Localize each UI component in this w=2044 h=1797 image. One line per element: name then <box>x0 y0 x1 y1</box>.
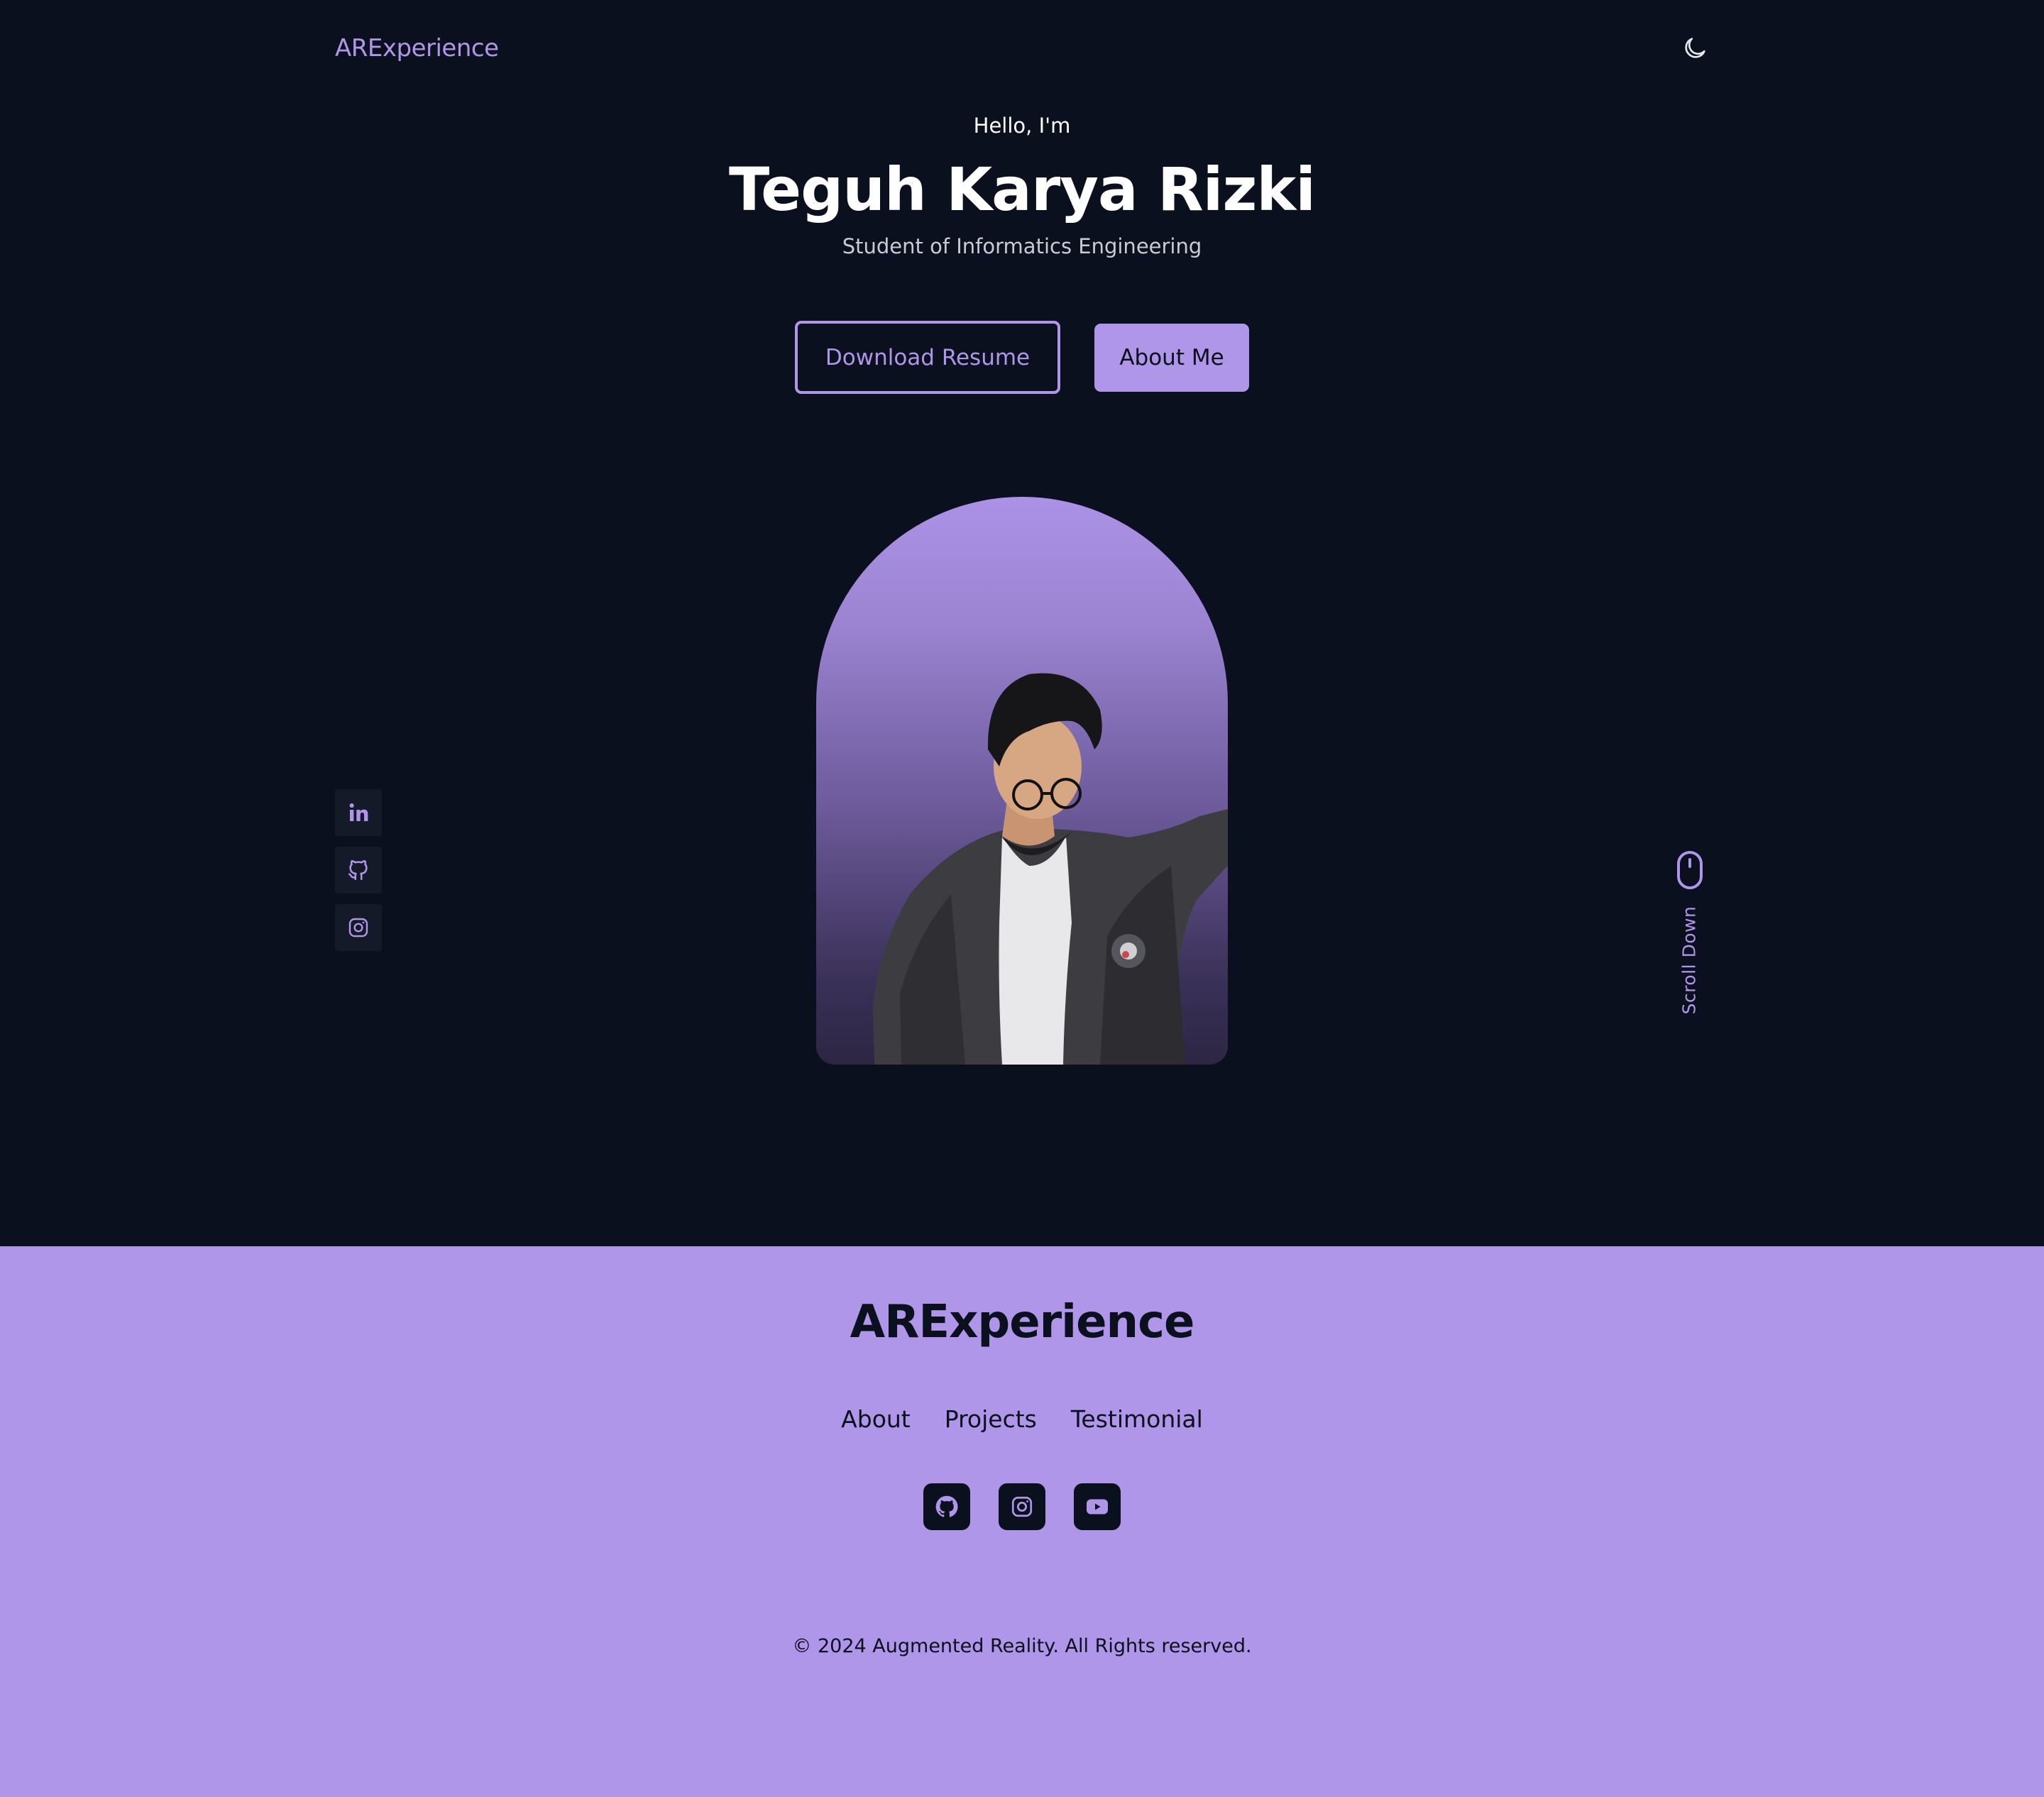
hero-name: Teguh Karya Rizki <box>729 155 1316 224</box>
footer-instagram-link[interactable] <box>999 1483 1045 1530</box>
linkedin-link[interactable] <box>335 789 382 836</box>
instagram-icon <box>348 918 368 938</box>
footer-youtube-link[interactable] <box>1074 1483 1121 1530</box>
social-rail <box>335 789 382 962</box>
scroll-down-label: Scroll Down <box>1678 906 1700 1015</box>
footer-social-icons <box>0 1483 2044 1530</box>
moon-icon <box>1685 38 1705 58</box>
github-icon <box>935 1495 958 1517</box>
instagram-link[interactable] <box>335 904 382 951</box>
hero-section: ARExperience Hello, I'm Teguh Karya Rizk… <box>0 0 2044 1246</box>
site-footer: ARExperience About Projects Testimonial … <box>0 1246 2044 1797</box>
footer-nav-about[interactable]: About <box>841 1405 911 1433</box>
footer-nav-projects[interactable]: Projects <box>945 1405 1037 1433</box>
scroll-down-link[interactable]: Scroll Down <box>1668 850 1710 1018</box>
copyright-text: © 2024 Augmented Reality. All Rights res… <box>792 1635 1252 1657</box>
footer-github-link[interactable] <box>923 1483 970 1530</box>
download-resume-button[interactable]: Download Resume <box>795 321 1060 394</box>
person-photo <box>873 673 1228 1065</box>
footer-brand: ARExperience <box>850 1296 1195 1348</box>
github-link[interactable] <box>335 847 382 894</box>
instagram-icon <box>1011 1496 1033 1517</box>
brand-logo[interactable]: ARExperience <box>335 34 499 62</box>
footer-nav: About Projects Testimonial <box>0 1405 2044 1433</box>
hero-subtitle: Student of Informatics Engineering <box>842 234 1202 258</box>
theme-toggle-button[interactable] <box>1679 33 1710 64</box>
greeting-text: Hello, I'm <box>973 114 1071 138</box>
portrait-frame <box>816 497 1228 1065</box>
youtube-icon <box>1087 1499 1108 1515</box>
footer-nav-testimonial[interactable]: Testimonial <box>1071 1405 1203 1433</box>
linkedin-icon <box>349 803 368 821</box>
github-icon <box>348 860 368 881</box>
about-me-button[interactable]: About Me <box>1094 324 1249 392</box>
mouse-icon <box>1677 851 1703 889</box>
